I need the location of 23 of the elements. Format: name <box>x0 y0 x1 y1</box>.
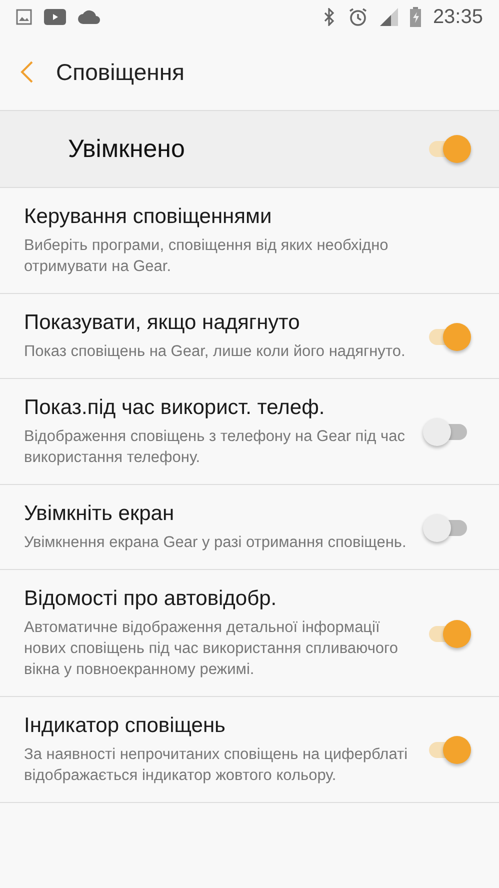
setting-description: За наявності непрочитаних сповіщень на циферблаті відображається індикатор жовтого кольору. <box>24 745 409 786</box>
setting-title: Увімкніть екран <box>24 502 176 526</box>
clock-time: 23:35 <box>432 6 483 28</box>
setting-description: Автоматичне відображення детальної інформації нових сповіщень під час використання спливаючого вікна у повноекранному режимі. <box>24 618 399 680</box>
setting-title: Відомості про автовідобр. <box>24 587 278 611</box>
bluetooth-icon <box>322 8 336 26</box>
battery-icon <box>410 7 421 27</box>
setting-description: Відображення сповіщень з телефону на Gear під час використання телефону. <box>24 427 406 468</box>
video-play-icon <box>44 9 66 25</box>
setting-title: Індикатор сповіщень <box>24 714 226 738</box>
setting-title: Показувати, якщо надягнуто <box>24 311 301 335</box>
setting-title: Показ.під час використ. телеф. <box>24 396 326 420</box>
back-button[interactable] <box>20 60 34 84</box>
signal-icon <box>380 8 398 26</box>
master-switch-label: Увімкнено <box>68 134 186 164</box>
image-icon <box>16 9 32 25</box>
setting-description: Увімкнення екрана Gear у разі отримання сповіщень. <box>24 533 408 553</box>
page-title: Сповіщення <box>56 58 184 86</box>
setting-description: Виберіть програми, сповіщення від яких необхідно отримувати на Gear. <box>24 236 390 277</box>
cloud-icon <box>78 10 100 24</box>
setting-title: Керування сповіщеннями <box>24 205 273 229</box>
setting-description: Показ сповіщень на Gear, лише коли його надягнуто. <box>24 342 406 362</box>
alarm-clock-icon <box>348 7 368 27</box>
